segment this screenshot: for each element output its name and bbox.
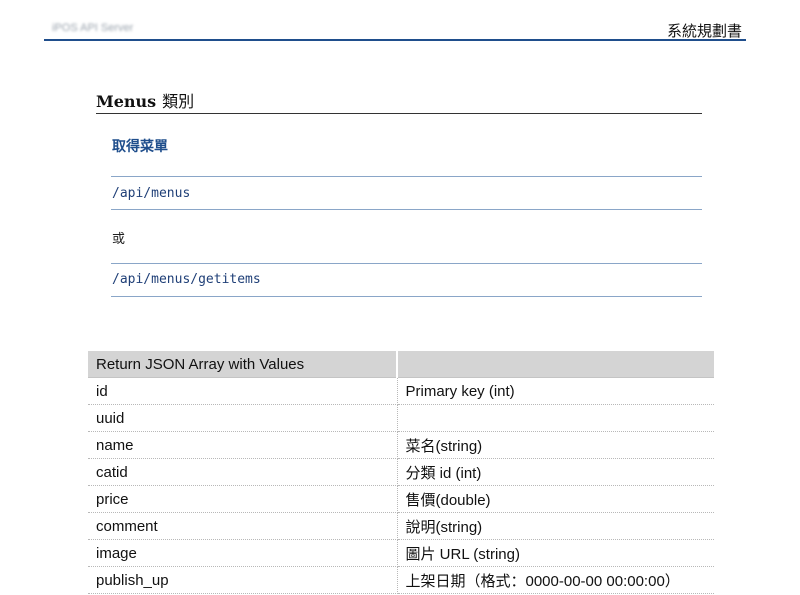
api-path-getitems: /api/menus/getitems xyxy=(112,272,261,287)
field-name-cell: uuid xyxy=(88,404,398,432)
return-values-table: Return JSON Array with Values id Primary… xyxy=(88,351,714,594)
table-header-cell xyxy=(397,351,714,378)
field-name-cell: image xyxy=(88,539,398,567)
table-row: catid 分類 id (int) xyxy=(88,458,714,486)
table-row: comment 說明(string) xyxy=(88,512,714,540)
field-desc-cell xyxy=(397,404,714,432)
field-name-cell: name xyxy=(88,431,398,459)
section-title-en: Menus xyxy=(96,92,157,111)
api-divider xyxy=(111,176,702,177)
table-row: publish_up 上架日期（格式：0000-00-00 00:00:00） xyxy=(88,566,714,594)
table-row: name 菜名(string) xyxy=(88,431,714,459)
or-text: 或 xyxy=(112,232,126,247)
table-row: uuid xyxy=(88,404,714,432)
header-doc-name: iPOS API Server xyxy=(52,22,134,34)
api-divider xyxy=(111,296,702,297)
api-heading: 取得菜單 xyxy=(112,139,168,155)
field-name-cell: comment xyxy=(88,512,398,540)
field-name-cell: id xyxy=(88,377,398,405)
table-header-row: Return JSON Array with Values xyxy=(88,351,714,378)
field-desc-cell: 售價(double) xyxy=(397,485,714,513)
table-row: image 圖片 URL (string) xyxy=(88,539,714,567)
field-desc-cell: 上架日期（格式：0000-00-00 00:00:00） xyxy=(397,566,714,594)
table-row: id Primary key (int) xyxy=(88,377,714,405)
field-desc-cell: Primary key (int) xyxy=(397,377,714,405)
header-divider xyxy=(44,39,746,41)
api-divider xyxy=(111,209,702,210)
api-path-menus: /api/menus xyxy=(112,186,191,201)
table-header-cell: Return JSON Array with Values xyxy=(88,351,398,378)
section-title-zh: 類別 xyxy=(162,92,195,111)
field-name-cell: catid xyxy=(88,458,398,486)
field-desc-cell: 菜名(string) xyxy=(397,431,714,459)
section-title: Menus 類別 xyxy=(96,88,194,112)
header-doc-title: 系統規劃書 xyxy=(666,22,742,40)
field-desc-cell: 說明(string) xyxy=(397,512,714,540)
field-desc-cell: 分類 id (int) xyxy=(397,458,714,486)
table-row: price 售價(double) xyxy=(88,485,714,513)
api-divider xyxy=(111,263,702,264)
field-name-cell: publish_up xyxy=(88,566,398,594)
field-name-cell: price xyxy=(88,485,398,513)
field-desc-cell: 圖片 URL (string) xyxy=(397,539,714,567)
section-divider xyxy=(96,113,702,114)
